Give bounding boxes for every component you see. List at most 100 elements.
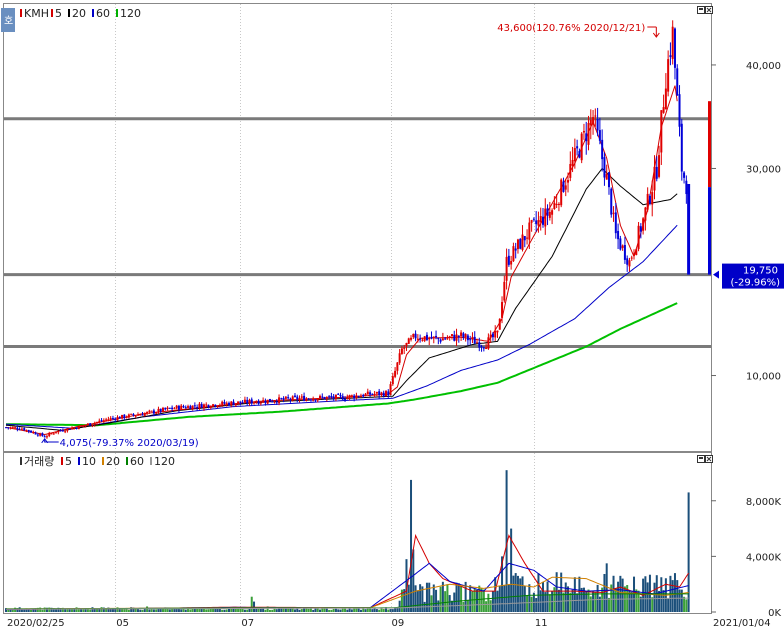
volume-bar bbox=[480, 588, 483, 612]
candle-body bbox=[410, 337, 413, 340]
volume-bar bbox=[346, 609, 349, 612]
candle-body bbox=[84, 425, 87, 427]
candle-body bbox=[189, 406, 192, 409]
legend-marker bbox=[150, 457, 152, 465]
volume-bar bbox=[448, 595, 451, 612]
volume-bar bbox=[514, 573, 517, 612]
candle-body bbox=[555, 203, 558, 205]
volume-bar bbox=[412, 549, 415, 612]
volume-bar bbox=[205, 609, 208, 612]
volume-bar bbox=[344, 608, 347, 612]
volume-bar bbox=[271, 609, 274, 612]
candle-body bbox=[98, 420, 101, 422]
candle-body bbox=[680, 123, 683, 172]
candle-body bbox=[462, 333, 465, 338]
candle-body bbox=[708, 187, 711, 275]
candle-body bbox=[562, 181, 565, 192]
candle-body bbox=[551, 210, 554, 215]
candle-body bbox=[476, 342, 479, 344]
volume-bar bbox=[489, 600, 492, 612]
candle-body bbox=[16, 427, 19, 430]
candle-body bbox=[491, 333, 494, 338]
candle-body bbox=[125, 417, 128, 419]
legend-marker bbox=[126, 457, 128, 465]
volume-bar bbox=[27, 609, 30, 612]
volume-bar bbox=[428, 582, 431, 612]
candle-body bbox=[416, 338, 419, 340]
candle-body bbox=[669, 55, 672, 58]
candle-body bbox=[532, 218, 535, 220]
candle-body bbox=[432, 336, 435, 339]
volume-bar bbox=[521, 576, 524, 612]
candle-body bbox=[448, 336, 451, 338]
candle-body bbox=[644, 207, 647, 221]
candle-body bbox=[86, 423, 89, 426]
candle-body bbox=[239, 401, 242, 403]
volume-bar bbox=[11, 609, 14, 612]
candle-body bbox=[316, 398, 319, 401]
price-panel-buttons[interactable] bbox=[697, 6, 713, 14]
candle-body bbox=[655, 166, 658, 179]
candle-body bbox=[642, 218, 645, 231]
candle-body bbox=[39, 433, 42, 436]
candle-body bbox=[587, 122, 590, 145]
high-annotation: 43,600(120.76% 2020/12/21) bbox=[497, 23, 645, 34]
candle-body bbox=[446, 338, 449, 340]
candle-body bbox=[257, 401, 260, 404]
candle-body bbox=[482, 347, 485, 349]
candle-body bbox=[77, 425, 80, 430]
volume-bar bbox=[328, 609, 331, 612]
candle-body bbox=[325, 396, 328, 399]
candle-body bbox=[664, 88, 667, 110]
candle-body bbox=[621, 245, 624, 248]
volume-bar bbox=[350, 609, 353, 612]
volume-bar bbox=[503, 585, 506, 612]
candle-body bbox=[573, 148, 576, 162]
candle-body bbox=[337, 393, 340, 395]
candle-body bbox=[64, 431, 67, 433]
volume-panel-buttons[interactable] bbox=[697, 455, 713, 463]
candle-body bbox=[639, 226, 642, 232]
candle-body bbox=[678, 94, 681, 127]
candle-body bbox=[223, 402, 226, 404]
candle-body bbox=[14, 427, 17, 429]
candle-body bbox=[214, 404, 217, 407]
candle-body bbox=[350, 395, 353, 397]
volume-bar bbox=[298, 609, 301, 612]
candle-body bbox=[262, 400, 265, 403]
candle-body bbox=[601, 139, 604, 160]
candle-body bbox=[200, 404, 203, 408]
candle-body bbox=[339, 395, 342, 397]
volume-bar bbox=[221, 609, 224, 612]
candle-body bbox=[296, 396, 299, 400]
candle-body bbox=[162, 407, 165, 412]
candle-body bbox=[607, 172, 610, 188]
candle-body bbox=[155, 412, 158, 414]
volume-bar bbox=[678, 589, 681, 612]
candle-body bbox=[667, 59, 670, 92]
candle-body bbox=[439, 339, 442, 342]
candle-body bbox=[118, 416, 121, 419]
candle-body bbox=[471, 336, 474, 339]
candle-body bbox=[414, 333, 417, 339]
minimize-icon-mark bbox=[699, 457, 703, 459]
candle-body bbox=[487, 337, 490, 349]
volume-bar bbox=[273, 608, 276, 612]
volume-bar bbox=[585, 592, 588, 612]
volume-bar bbox=[548, 594, 551, 612]
volume-bar bbox=[562, 592, 565, 612]
volume-bar bbox=[325, 608, 328, 612]
volume-bar bbox=[152, 609, 155, 612]
candle-body bbox=[111, 418, 114, 420]
candle-body bbox=[184, 407, 187, 409]
candle-body bbox=[507, 255, 510, 265]
candle-body bbox=[391, 376, 394, 385]
candle-body bbox=[464, 334, 467, 338]
volume-bar bbox=[444, 591, 447, 612]
volume-bar bbox=[617, 581, 620, 612]
stock-chart: 43,600(120.76% 2020/12/21) 4,075(-79.37% … bbox=[1, 3, 784, 629]
candle-body bbox=[384, 391, 387, 397]
candle-body bbox=[494, 330, 497, 338]
candle-body bbox=[241, 402, 244, 404]
volume-bar bbox=[671, 580, 674, 612]
